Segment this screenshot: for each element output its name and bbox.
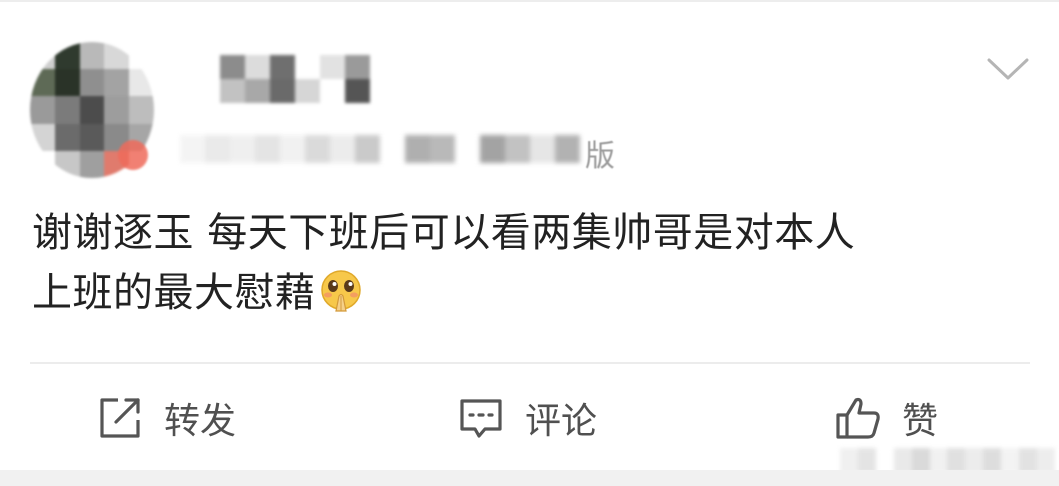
comment-label: 评论 bbox=[525, 401, 598, 442]
like-label: 赞 bbox=[902, 401, 939, 442]
top-divider bbox=[0, 0, 1059, 2]
chevron-down-icon[interactable] bbox=[985, 54, 1031, 84]
repost-icon bbox=[96, 394, 144, 442]
thumbs-up-icon bbox=[834, 394, 882, 442]
weibo-post-card: 版 谢谢逐玉 每天下班后可以看两集帅哥是对本人 上班的最大慰藉 转发 评论 赞 bbox=[0, 0, 1059, 486]
post-text-line: 谢谢逐玉 每天下班后可以看两集帅哥是对本人 bbox=[32, 210, 856, 256]
post-text: 谢谢逐玉 每天下班后可以看两集帅哥是对本人 上班的最大慰藉 bbox=[32, 203, 1022, 323]
username[interactable] bbox=[195, 55, 395, 103]
verified-badge-icon bbox=[118, 140, 148, 170]
pray-emoji-icon bbox=[318, 268, 364, 314]
bottom-spacer bbox=[0, 470, 1059, 486]
repost-button[interactable]: 转发 bbox=[96, 390, 236, 446]
post-text-line2: 上班的最大慰藉 bbox=[32, 270, 316, 316]
comment-button[interactable]: 评论 bbox=[457, 390, 597, 446]
like-button[interactable]: 赞 bbox=[834, 390, 938, 446]
source-text: 版 bbox=[585, 139, 615, 174]
comment-icon bbox=[457, 394, 505, 442]
post-time-source bbox=[180, 135, 580, 163]
repost-label: 转发 bbox=[164, 401, 237, 442]
post-text-line: 上班的最大慰藉 bbox=[32, 263, 1022, 323]
post-meta: 版 bbox=[180, 125, 640, 174]
action-divider bbox=[30, 362, 1030, 364]
